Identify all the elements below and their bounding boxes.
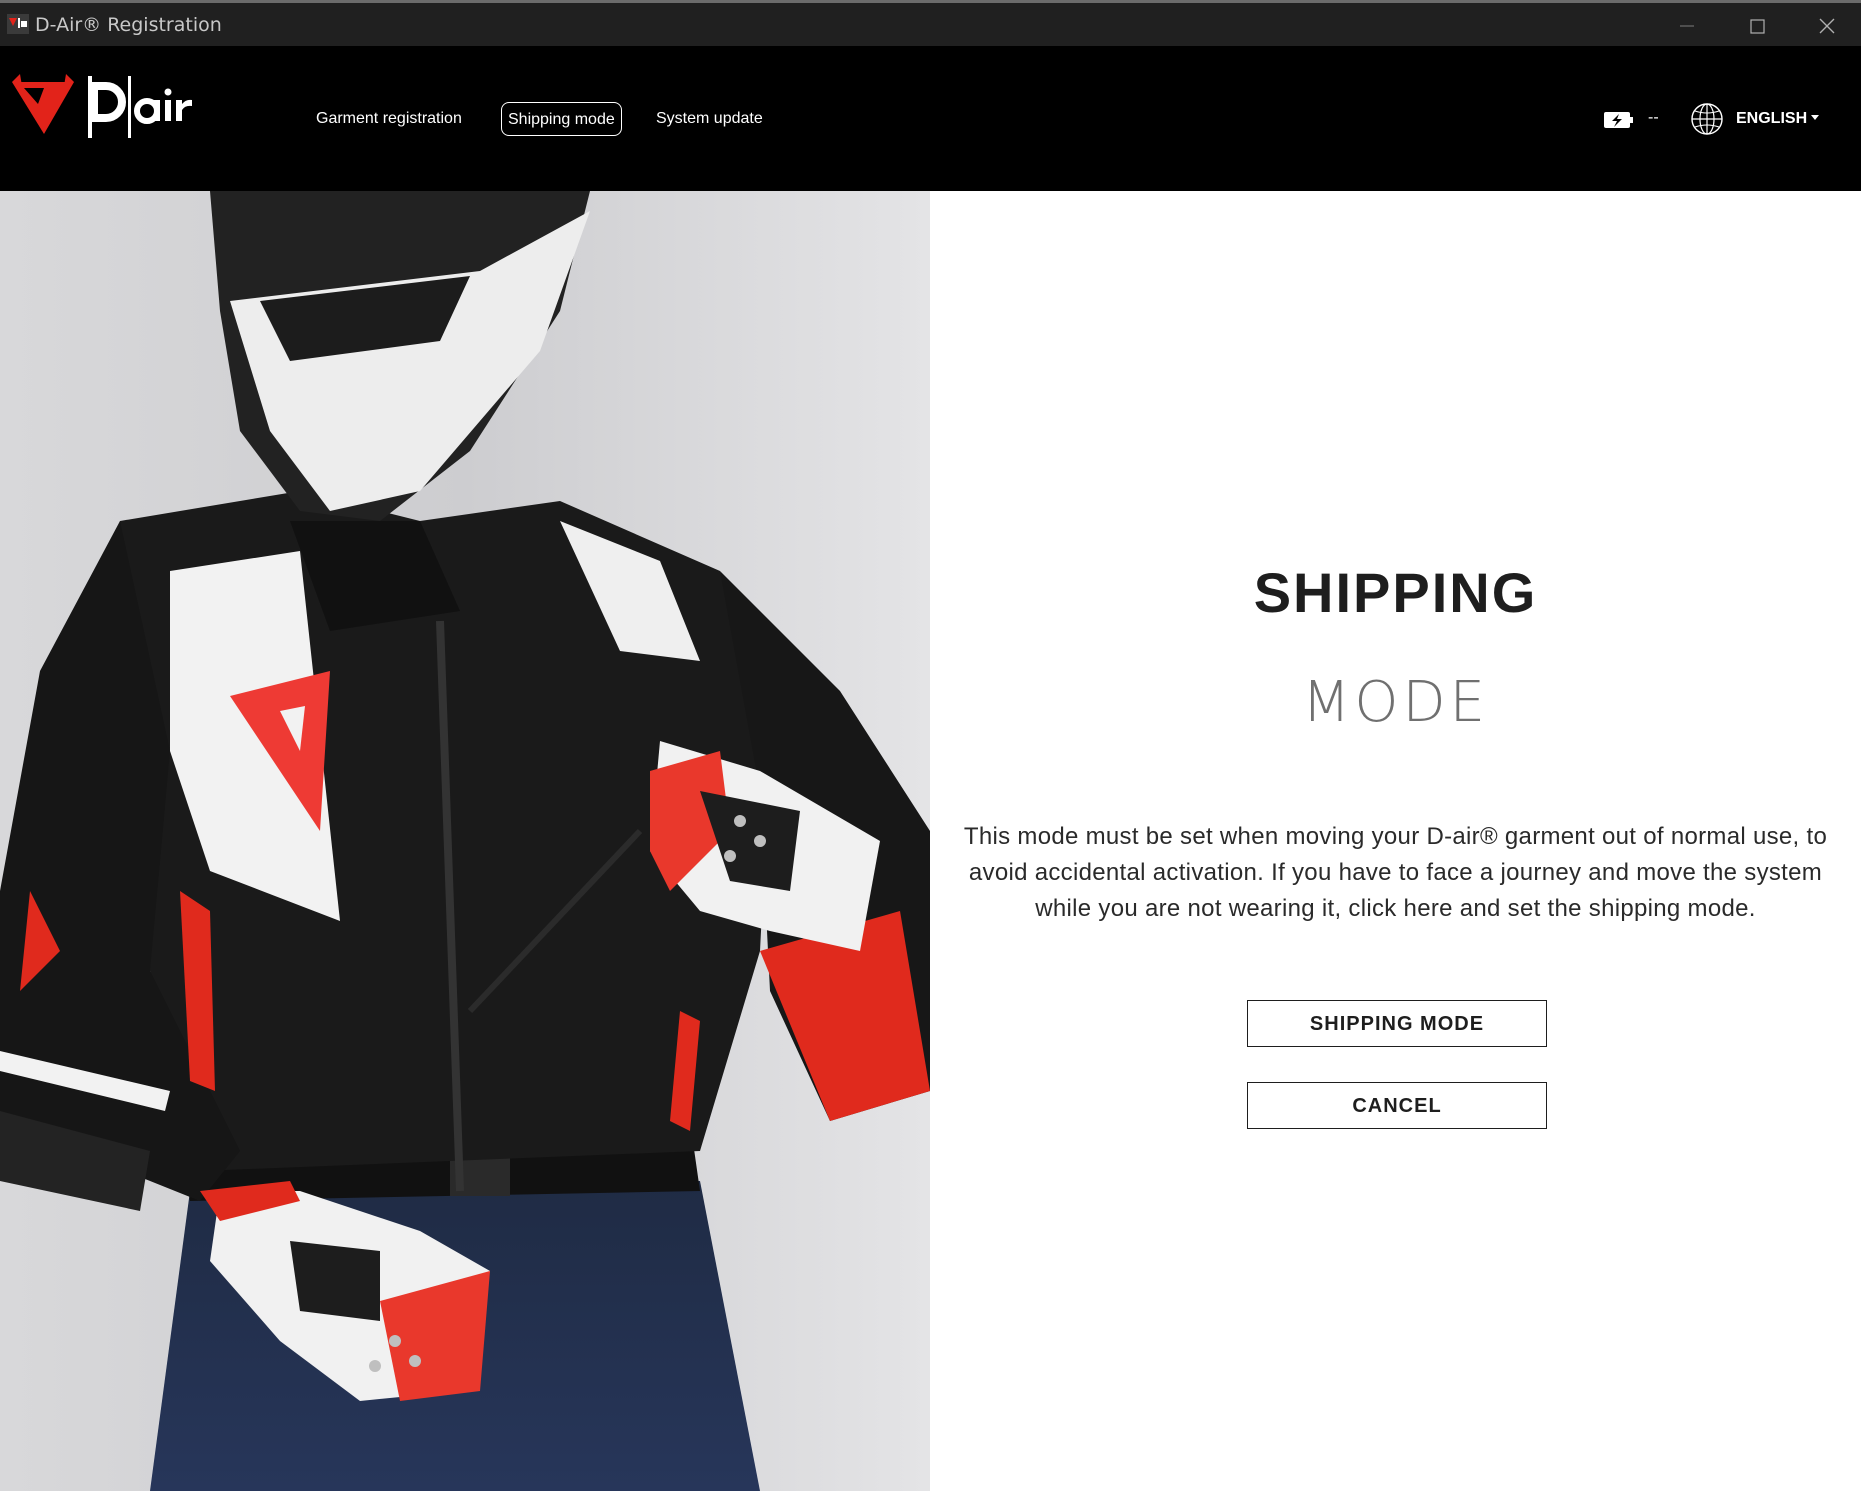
minimize-button[interactable]	[1652, 6, 1722, 46]
rider-jacket-photo	[0, 191, 930, 1491]
globe-icon[interactable]	[1690, 102, 1724, 136]
nav-system-update[interactable]: System update	[650, 102, 769, 136]
shipping-mode-description: This mode must be set when moving your D…	[963, 823, 1828, 922]
battery-status: --	[1648, 109, 1659, 126]
app-header: Garment registration Shipping mode Syste…	[0, 46, 1861, 191]
battery-charging-icon	[1604, 112, 1633, 128]
shipping-mode-panel: SHIPPING MODE This mode must be set when…	[930, 191, 1861, 1491]
nav-garment-registration[interactable]: Garment registration	[310, 102, 468, 136]
page-title: SHIPPING	[1253, 561, 1538, 624]
maximize-button[interactable]	[1722, 6, 1792, 46]
language-selector[interactable]: ENGLISH	[1736, 107, 1820, 131]
minimize-icon	[1680, 25, 1694, 27]
hero-image	[0, 191, 930, 1491]
window-titlebar: D-Air® Registration	[0, 0, 1861, 46]
maximize-icon	[1750, 19, 1765, 34]
nav-shipping-mode[interactable]: Shipping mode	[501, 102, 622, 136]
dainese-app-icon	[7, 14, 29, 34]
window-title: D-Air® Registration	[35, 14, 222, 36]
close-icon	[1819, 18, 1835, 34]
cancel-button[interactable]: CANCEL	[1247, 1082, 1547, 1129]
language-label: ENGLISH	[1736, 110, 1808, 127]
chevron-down-icon	[1811, 115, 1820, 120]
close-button[interactable]	[1792, 6, 1861, 46]
dainese-devil-logo	[12, 74, 192, 138]
page-subtitle: MODE	[1302, 670, 1489, 735]
shipping-mode-button[interactable]: SHIPPING MODE	[1247, 1000, 1547, 1047]
